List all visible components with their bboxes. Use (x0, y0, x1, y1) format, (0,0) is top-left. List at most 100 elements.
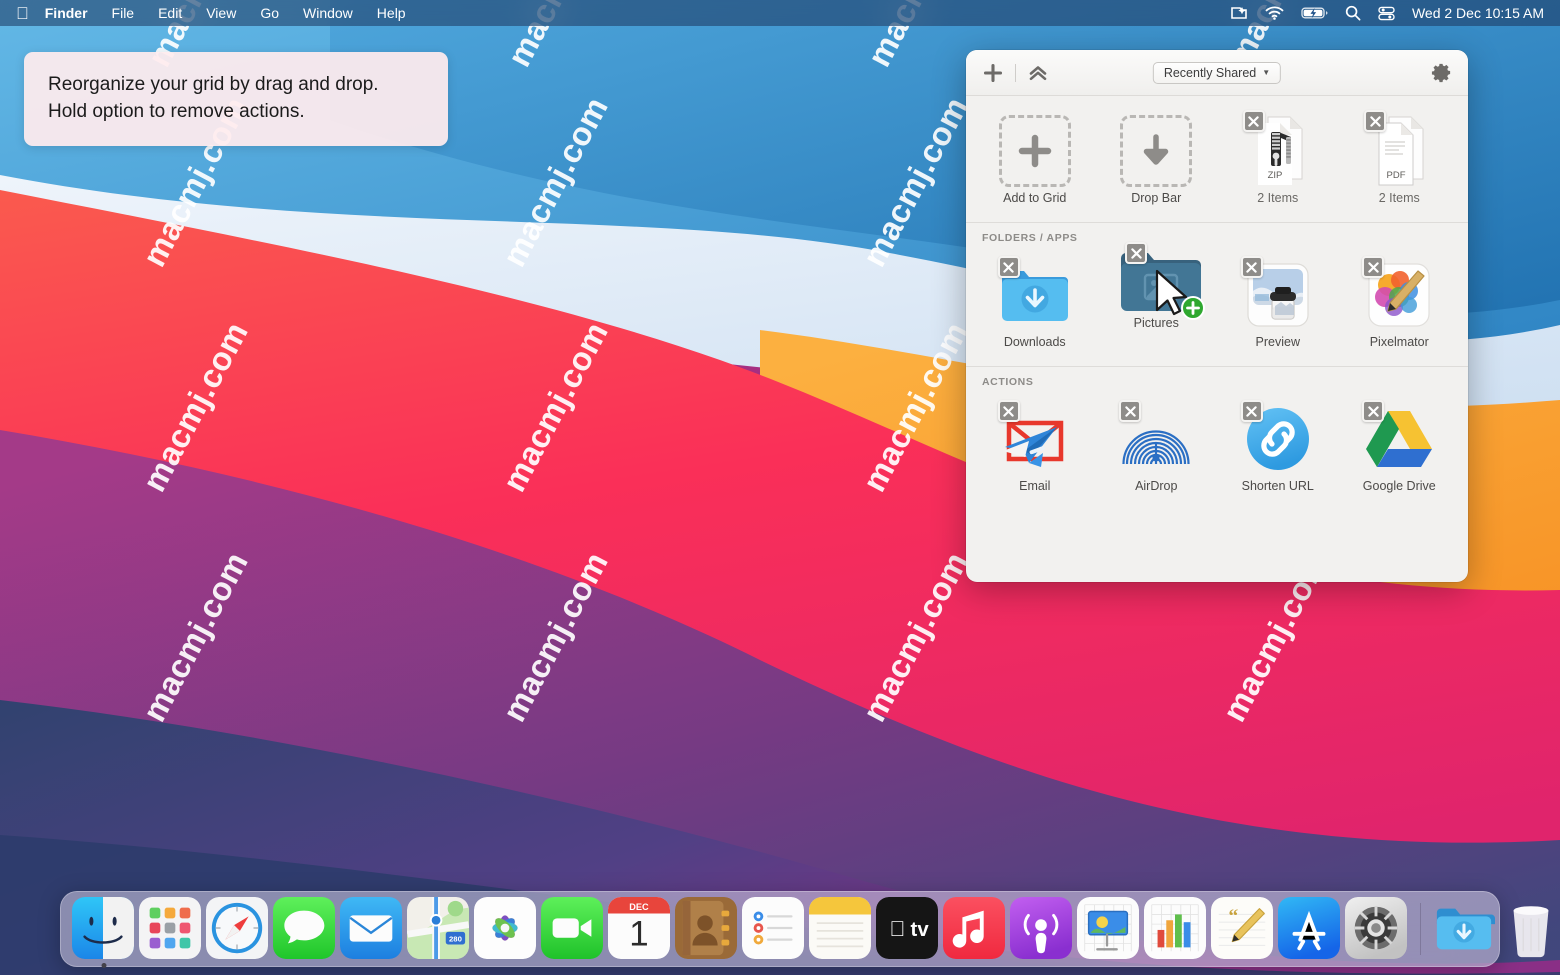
apple-logo-icon[interactable]:  (16, 5, 29, 22)
grid-item-pdf-bundle[interactable]: PDF 2 Items (1339, 108, 1461, 212)
menu-item-view[interactable]: View (206, 5, 236, 21)
shorten-url-icon (1239, 402, 1317, 476)
dock-item-calendar[interactable]: DEC 1 (608, 897, 672, 961)
grid-item-email[interactable]: Email (974, 396, 1096, 500)
dock-item-mail[interactable] (340, 897, 404, 961)
keynote-icon (1077, 897, 1139, 959)
messages-icon (273, 897, 335, 959)
dock-item-notes[interactable] (809, 897, 873, 961)
grid-item-downloads[interactable]: Downloads (974, 252, 1096, 356)
dock-item-podcasts[interactable] (1010, 897, 1074, 961)
grid-row-actions: Email (966, 390, 1468, 510)
panel-section-top: Add to Grid Drop Bar (966, 96, 1468, 222)
menu-item-help[interactable]: Help (377, 5, 406, 21)
remove-badge-icon[interactable] (998, 256, 1020, 278)
downloads-folder-icon (996, 258, 1074, 332)
control-center-icon[interactable] (1378, 6, 1395, 21)
search-icon[interactable] (1345, 5, 1361, 21)
dock-item-numbers[interactable] (1144, 897, 1208, 961)
grid-item-pictures[interactable]: Pictures (1096, 252, 1218, 356)
contacts-icon (675, 897, 737, 959)
grid-item-label: AirDrop (1135, 479, 1177, 494)
dock-item-facetime[interactable] (541, 897, 605, 961)
recently-shared-dropdown[interactable]: Recently Shared ▼ (1153, 62, 1281, 84)
menu-bar-status-area: Wed 2 Dec 10:15 AM (1230, 5, 1560, 21)
grid-item-airdrop[interactable]: AirDrop (1096, 396, 1218, 500)
remove-badge-icon[interactable] (1125, 242, 1147, 264)
grid-item-shorten-url[interactable]: Shorten URL (1217, 396, 1339, 500)
plus-icon[interactable] (980, 60, 1006, 86)
music-icon (943, 897, 1005, 959)
svg-text:280: 280 (448, 935, 461, 944)
dock-item-reminders[interactable] (742, 897, 806, 961)
panel-toolbar: Recently Shared ▼ (966, 50, 1468, 96)
remove-badge-icon[interactable] (1362, 400, 1384, 422)
grid-item-label: Preview (1256, 335, 1300, 350)
dock-item-photos[interactable] (474, 897, 538, 961)
grid-row-top: Add to Grid Drop Bar (966, 96, 1468, 222)
menu-item-finder[interactable]: Finder (45, 5, 88, 21)
grid-item-label: Drop Bar (1131, 191, 1181, 206)
dock-item-keynote[interactable] (1077, 897, 1141, 961)
podcasts-icon (1010, 897, 1072, 959)
menu-item-window[interactable]: Window (303, 5, 353, 21)
menu-item-go[interactable]: Go (260, 5, 279, 21)
grid-item-pixelmator[interactable]: Pixelmator (1339, 252, 1461, 356)
reminders-icon (742, 897, 804, 959)
gear-icon[interactable] (1428, 60, 1454, 86)
menu-item-edit[interactable]: Edit (158, 5, 182, 21)
pdf-type-label: PDF (1387, 170, 1406, 181)
remove-badge-icon[interactable] (998, 400, 1020, 422)
dock-item-messages[interactable] (273, 897, 337, 961)
grid-item-zip-bundle[interactable]: ZIP 2 Items (1217, 108, 1339, 212)
dashed-plus-icon (996, 114, 1074, 188)
dock-item-maps[interactable]: 280 (407, 897, 471, 961)
dock-separator (1420, 903, 1421, 955)
grid-item-label: Pixelmator (1370, 335, 1429, 350)
hint-line-2: Hold option to remove actions. (48, 99, 424, 126)
remove-badge-icon[interactable] (1241, 400, 1263, 422)
grid-item-drop-bar[interactable]: Drop Bar (1096, 108, 1218, 212)
airdrop-icon (1117, 402, 1195, 476)
remove-badge-icon[interactable] (1362, 256, 1384, 278)
section-title-actions: ACTIONS (966, 367, 1468, 390)
grid-item-add-to-grid[interactable]: Add to Grid (974, 108, 1096, 212)
grid-item-label: Email (1019, 479, 1050, 494)
menu-bar-clock[interactable]: Wed 2 Dec 10:15 AM (1412, 5, 1544, 21)
dock-item-app-store[interactable] (1278, 897, 1342, 961)
dropover-menu-icon[interactable] (1230, 5, 1248, 21)
dock-item-safari[interactable] (206, 897, 270, 961)
dock-item-system-preferences[interactable] (1345, 897, 1409, 961)
dock-item-trash[interactable] (1500, 897, 1560, 961)
zip-file-stack-icon: ZIP (1239, 114, 1317, 188)
grid-item-preview[interactable]: Preview (1217, 252, 1339, 356)
dock-item-launchpad[interactable] (139, 897, 203, 961)
notes-icon (809, 897, 871, 959)
grid-item-label: Pictures (1134, 316, 1179, 331)
dock-item-contacts[interactable] (675, 897, 739, 961)
pdf-file-stack-icon: PDF (1360, 114, 1438, 188)
google-drive-icon (1360, 402, 1438, 476)
grid-item-label: Add to Grid (1003, 191, 1066, 206)
dock-item-apple-tv[interactable]:  tv (876, 897, 940, 961)
dock-item-music[interactable] (943, 897, 1007, 961)
wifi-icon[interactable] (1265, 6, 1284, 20)
dock-item-downloads-folder[interactable] (1433, 897, 1497, 961)
dock-item-pages[interactable]: “ (1211, 897, 1275, 961)
dock-item-finder[interactable] (72, 897, 136, 961)
battery-charging-icon[interactable] (1301, 6, 1328, 20)
remove-badge-icon[interactable] (1243, 110, 1265, 132)
chevron-down-icon: ▼ (1262, 68, 1270, 77)
menu-bar:  Finder File Edit View Go Window Help W… (0, 0, 1560, 26)
remove-badge-icon[interactable] (1241, 256, 1263, 278)
dropdown-label: Recently Shared (1164, 66, 1256, 80)
toolbar-divider (1015, 64, 1016, 82)
remove-badge-icon[interactable] (1119, 400, 1141, 422)
grid-item-google-drive[interactable]: Google Drive (1339, 396, 1461, 500)
menu-item-file[interactable]: File (112, 5, 135, 21)
grid-item-label: 2 Items (1257, 191, 1298, 206)
pages-icon: “ (1211, 897, 1273, 959)
double-chevron-up-icon[interactable] (1025, 60, 1051, 86)
app-store-icon (1278, 897, 1340, 959)
remove-badge-icon[interactable] (1364, 110, 1386, 132)
